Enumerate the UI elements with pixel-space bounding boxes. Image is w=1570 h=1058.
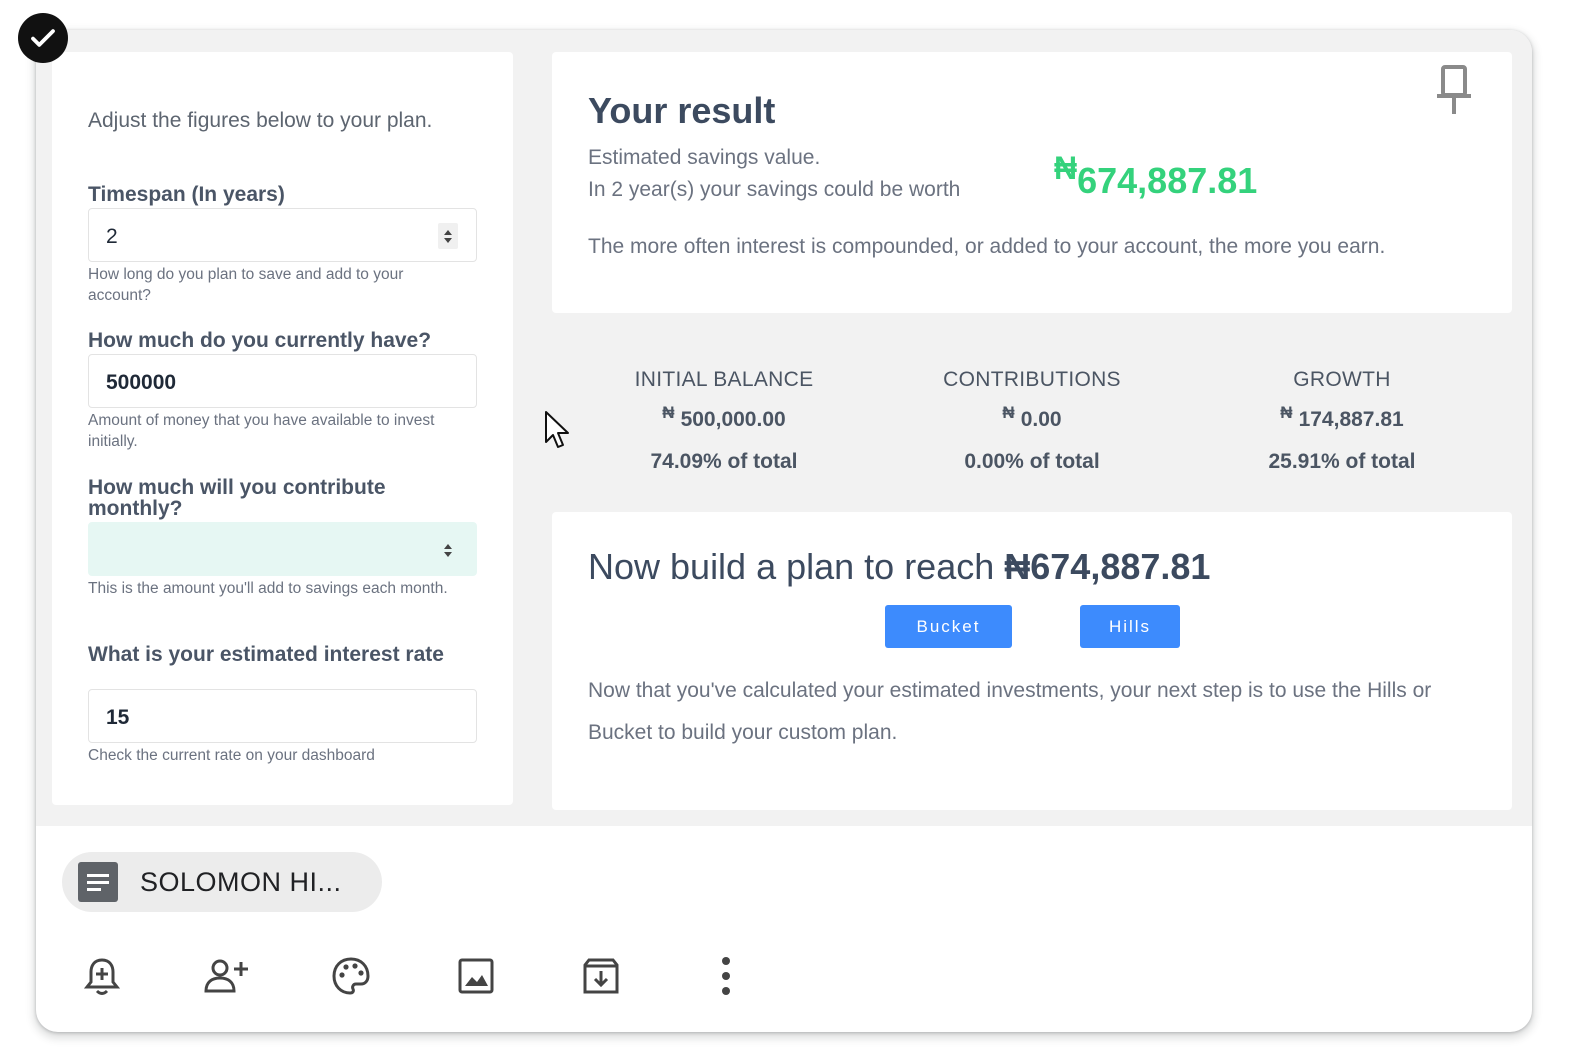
stat-initial-balance: INITIAL BALANCE ₦ 500,000.00 74.09% of to…	[574, 368, 874, 474]
stat-growth: GROWTH ₦ 174,887.81 25.91% of total	[1192, 368, 1492, 474]
intro-text: Adjust the figures below to your plan.	[88, 109, 433, 132]
palette-icon[interactable]	[329, 954, 373, 998]
hills-button[interactable]: Hills	[1080, 605, 1180, 648]
estimate-label: Estimated savings value.	[588, 146, 821, 169]
attachment-label: SOLOMON HI...	[140, 866, 342, 897]
monthly-contribution-input[interactable]	[88, 522, 477, 576]
cut-off-heading-decoration	[36, 30, 1532, 34]
attachment-chip[interactable]: SOLOMON HI...	[62, 852, 382, 912]
estimate-period-text: In 2 year(s) your savings could be worth	[588, 178, 961, 201]
screenshot-image: Adjust the figures below to your plan. T…	[36, 30, 1532, 826]
stat-contributions: CONTRIBUTIONS ₦ 0.00 0.00% of total	[882, 368, 1182, 474]
stat-value: 174,887.81	[1298, 408, 1404, 431]
breakdown-stats: INITIAL BALANCE ₦ 500,000.00 74.09% of to…	[552, 368, 1512, 478]
monthly-contribution-help: This is the amount you'll add to savings…	[88, 580, 448, 597]
interest-rate-input[interactable]: 15	[88, 689, 477, 743]
result-title: Your result	[588, 90, 776, 131]
note-card[interactable]: Adjust the figures below to your plan. T…	[36, 30, 1532, 1032]
current-amount-value: 500000	[106, 371, 177, 394]
stat-value-row: ₦ 174,887.81	[1192, 403, 1492, 432]
input-form-panel: Adjust the figures below to your plan. T…	[52, 52, 513, 805]
collaborator-icon[interactable]	[204, 954, 248, 998]
stat-heading: GROWTH	[1293, 368, 1391, 391]
mouse-pointer-icon	[544, 410, 574, 457]
result-panel: Your result Estimated savings value. In …	[552, 52, 1512, 313]
stat-value: 500,000.00	[680, 408, 786, 431]
stat-currency: ₦	[1280, 403, 1293, 422]
timespan-help: How long do you plan to save and add to …	[88, 266, 404, 304]
currency-symbol: ₦	[1054, 150, 1078, 186]
current-amount-help: Amount of money that you have available …	[88, 412, 435, 450]
bucket-button[interactable]: Bucket	[885, 605, 1012, 648]
plan-title-prefix: Now build a plan to reach	[588, 546, 1005, 587]
image-icon[interactable]	[454, 954, 498, 998]
interest-rate-label: What is your estimated interest rate	[88, 643, 444, 666]
savings-total: ₦674,887.81	[1054, 150, 1258, 202]
stat-percent: 0.00% of total	[964, 450, 1100, 473]
archive-icon[interactable]	[579, 954, 623, 998]
more-vert-icon[interactable]	[704, 954, 748, 998]
stat-currency: ₦	[662, 403, 675, 422]
add-reminder-icon[interactable]	[80, 954, 124, 998]
compounding-note: The more often interest is compounded, o…	[588, 235, 1386, 258]
monthly-contribution-stepper[interactable]	[438, 537, 458, 563]
document-icon	[78, 862, 118, 902]
stat-percent: 25.91% of total	[1268, 450, 1416, 473]
timespan-label: Timespan (In years)	[88, 183, 285, 206]
savings-total-value: 674,887.81	[1077, 160, 1258, 201]
interest-rate-help: Check the current rate on your dashboard	[88, 747, 375, 764]
stat-heading: INITIAL BALANCE	[634, 368, 814, 391]
timespan-stepper[interactable]	[438, 223, 458, 249]
stat-heading: CONTRIBUTIONS	[943, 368, 1121, 391]
timespan-value: 2	[106, 225, 118, 248]
plan-title-amount: ₦674,887.81	[1004, 546, 1211, 587]
plan-description: Now that you've calculated your estimate…	[588, 679, 1432, 744]
stat-percent: 74.09% of total	[650, 450, 798, 473]
plan-title: Now build a plan to reach ₦674,887.81	[588, 546, 1210, 588]
pin-icon[interactable]	[1434, 64, 1474, 121]
stat-value: 0.00	[1020, 408, 1062, 431]
current-amount-label: How much do you currently have?	[88, 329, 432, 352]
stat-value-row: ₦ 500,000.00	[574, 403, 874, 432]
selected-check-icon[interactable]	[18, 13, 68, 63]
monthly-contribution-label: How much will you contribute monthly?	[88, 476, 386, 520]
timespan-input[interactable]: 2	[88, 208, 477, 262]
stat-value-row: ₦ 0.00	[882, 403, 1182, 432]
stat-currency: ₦	[1002, 403, 1015, 422]
current-amount-input[interactable]: 500000	[88, 354, 477, 408]
interest-rate-value: 15	[106, 706, 130, 729]
plan-panel: Now build a plan to reach ₦674,887.81 Bu…	[552, 512, 1512, 810]
